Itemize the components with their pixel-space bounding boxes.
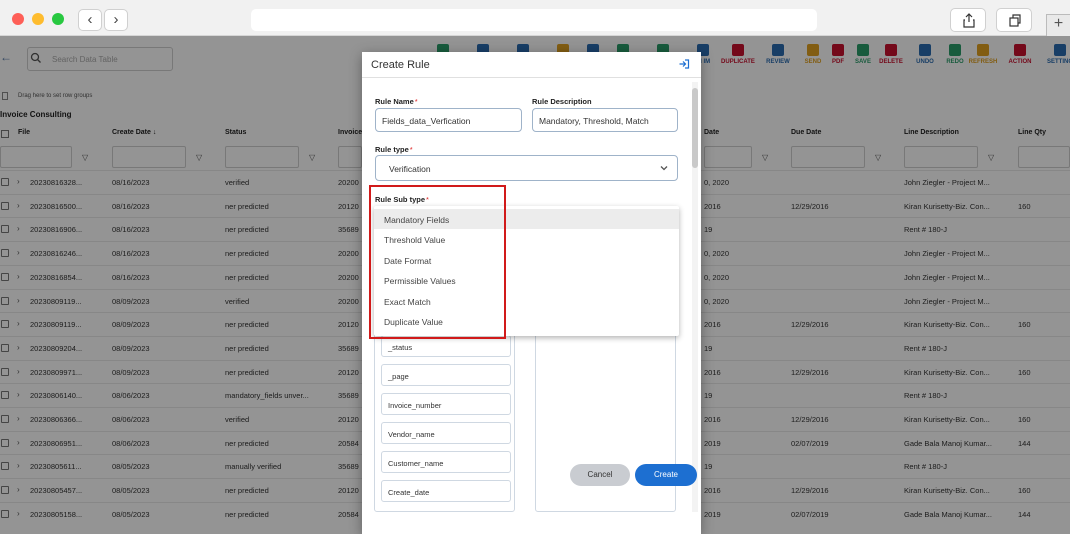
rule-description-label: Rule Description [532, 97, 592, 106]
field-chip[interactable]: Customer_name [381, 451, 511, 473]
field-chip[interactable]: _page [381, 364, 511, 386]
minimize-window-button[interactable] [32, 13, 44, 25]
rule-type-value: Verification [389, 164, 431, 174]
rule-type-label: Rule type* [375, 145, 413, 154]
rule-name-input[interactable]: Fields_data_Verfication [375, 108, 522, 132]
field-chip[interactable]: Create_date [381, 480, 511, 502]
rule-description-input[interactable]: Mandatory, Threshold, Match [532, 108, 678, 132]
chevron-down-icon [660, 166, 668, 171]
modal-header: Create Rule [362, 52, 701, 78]
annotation-highlight-box [369, 185, 506, 339]
rule-name-label: Rule Name* [375, 97, 418, 106]
create-button[interactable]: Create [635, 464, 697, 486]
tab-overview-button[interactable] [996, 8, 1032, 32]
field-chip[interactable]: Vendor_name [381, 422, 511, 444]
exit-icon[interactable] [678, 58, 690, 70]
modal-scrollbar[interactable] [692, 88, 698, 168]
address-bar[interactable] [251, 9, 817, 31]
close-window-button[interactable] [12, 13, 24, 25]
new-tab-button[interactable]: + [1046, 14, 1070, 36]
rule-type-select[interactable]: Verification [375, 155, 678, 181]
modal-title: Create Rule [371, 59, 430, 71]
browser-chrome: ‹ › + [0, 0, 1070, 36]
field-chip[interactable]: Invoice_number [381, 393, 511, 415]
browser-forward-button[interactable]: › [104, 9, 128, 31]
cancel-button[interactable]: Cancel [570, 464, 630, 486]
browser-back-button[interactable]: ‹ [78, 9, 102, 31]
tabs-icon [1009, 14, 1021, 27]
maximize-window-button[interactable] [52, 13, 64, 25]
share-icon [963, 13, 975, 28]
share-button[interactable] [950, 8, 986, 32]
